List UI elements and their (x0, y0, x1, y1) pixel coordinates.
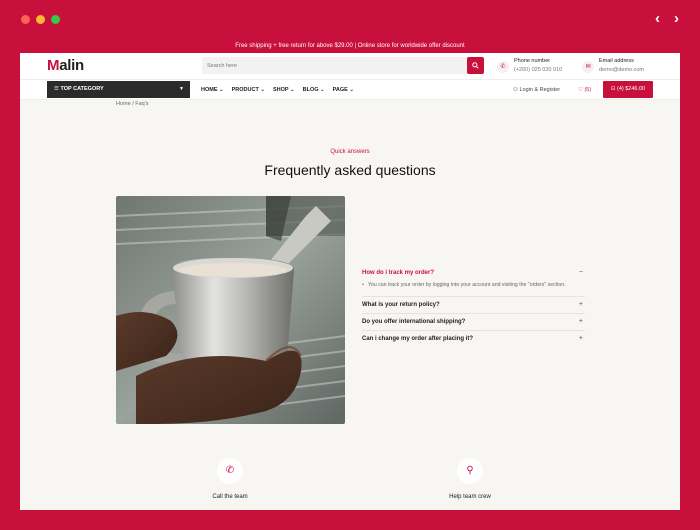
expand-icon[interactable]: + (579, 318, 583, 325)
forward-arrow-icon[interactable]: › (674, 11, 679, 27)
site-logo[interactable]: Malin (47, 57, 84, 74)
phone-label: Phone number (514, 58, 551, 64)
breadcrumb[interactable]: Home / Faq's (116, 101, 149, 107)
mail-icon: ✉ (582, 61, 594, 73)
login-register-link[interactable]: ⚇ Login & Register (513, 80, 560, 100)
close-window-dot[interactable] (21, 15, 30, 24)
search-button[interactable] (467, 57, 484, 74)
call-team-card: ✆ Call the team (160, 458, 300, 500)
search-box (202, 57, 484, 74)
support-person-icon: ⚲ (457, 458, 483, 484)
help-crew-title: Help team crew (449, 494, 491, 500)
search-input[interactable] (202, 57, 466, 74)
faq-item[interactable]: What is your return policy? + (362, 297, 585, 314)
collapse-icon[interactable]: − (579, 269, 583, 276)
expand-icon[interactable]: + (579, 301, 583, 308)
phone-value: (+260) 025 020 010 (514, 67, 563, 73)
call-team-title: Call the team (212, 494, 248, 500)
help-crew-card: ⚲ Help team crew (400, 458, 540, 500)
faq-question[interactable]: Can i change my order after placing it? (362, 331, 585, 347)
email-label: Email address (599, 58, 634, 64)
faq-item[interactable]: How do i track my order? − You can track… (362, 265, 585, 297)
faq-question[interactable]: What is your return policy? (362, 297, 585, 313)
phone-icon: ✆ (497, 61, 509, 73)
nav-product[interactable]: PRODUCT ⌄ (232, 80, 265, 100)
wishlist-link[interactable]: ♡ (5) (578, 80, 591, 100)
faq-item[interactable]: Can i change my order after placing it? … (362, 331, 585, 347)
site-header: Malin ✆ Phone number (+260) 025 020 010 … (20, 53, 680, 80)
faq-accordion: How do i track my order? − You can track… (362, 265, 585, 347)
phone-icon: ✆ (217, 458, 243, 484)
faq-question[interactable]: How do i track my order? (362, 265, 585, 281)
maximize-window-dot[interactable] (51, 15, 60, 24)
chevron-down-icon: ▼ (179, 86, 184, 92)
faq-question[interactable]: Do you offer international shipping? (362, 314, 585, 330)
announcement-bar: Free shipping + free return for above $2… (20, 40, 680, 53)
browser-chrome: ‹ › (0, 0, 700, 40)
page-title: Frequently asked questions (264, 162, 436, 178)
coffee-pitcher-photo (116, 196, 345, 424)
main-menubar: ☰ TOP CATEGORY ▼ HOME ⌄ PRODUCT ⌄ SHOP ⌄… (20, 80, 680, 100)
section-eyebrow: Quick answers (330, 149, 370, 155)
page-window: Free shipping + free return for above $2… (20, 40, 680, 510)
nav-page[interactable]: PAGE ⌄ (333, 80, 354, 100)
faq-answer: You can track your order by logging into… (362, 281, 585, 296)
email-value: demo@demo.com (599, 67, 645, 73)
expand-icon[interactable]: + (579, 335, 583, 342)
back-arrow-icon[interactable]: ‹ (655, 11, 660, 27)
faq-item[interactable]: Do you offer international shipping? + (362, 314, 585, 331)
search-icon (472, 62, 479, 69)
nav-home[interactable]: HOME ⌄ (201, 80, 224, 100)
cart-button[interactable]: ⊡ (4) $246.00 (603, 81, 653, 98)
minimize-window-dot[interactable] (36, 15, 45, 24)
nav-blog[interactable]: BLOG ⌄ (303, 80, 325, 100)
main-nav: HOME ⌄ PRODUCT ⌄ SHOP ⌄ BLOG ⌄ PAGE ⌄ (201, 80, 362, 100)
nav-shop[interactable]: SHOP ⌄ (273, 80, 295, 100)
top-category-button[interactable]: ☰ TOP CATEGORY ▼ (47, 81, 190, 98)
